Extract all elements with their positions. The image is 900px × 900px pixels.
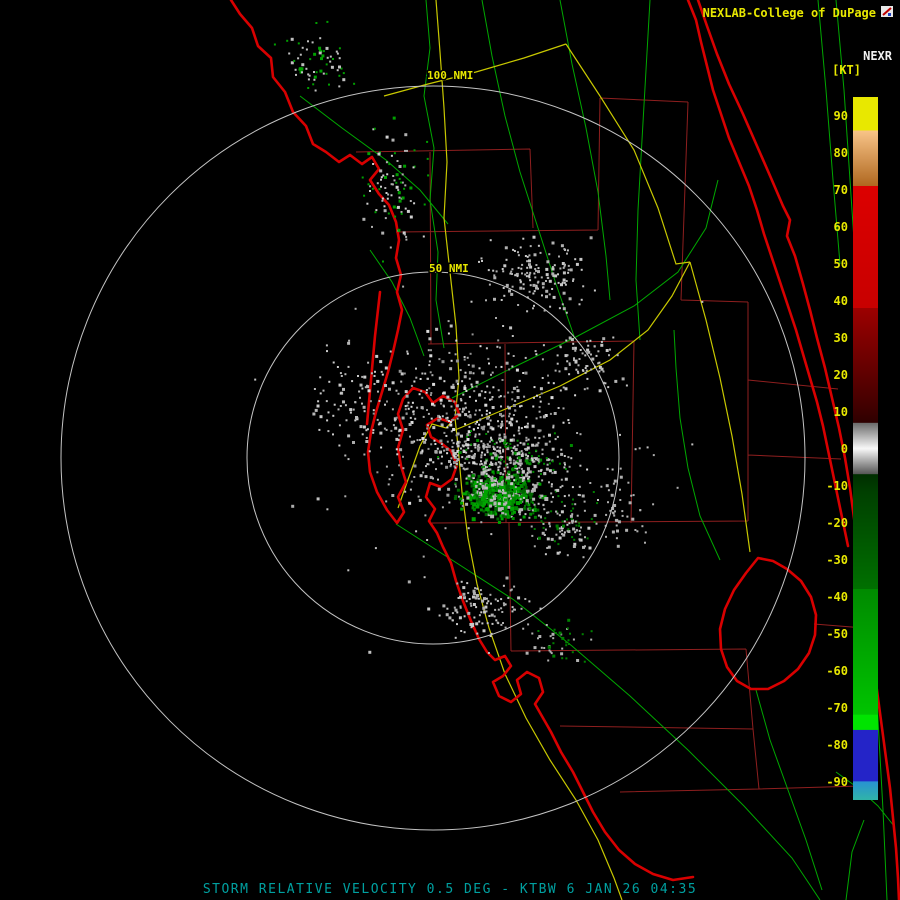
coastline-lines [229, 0, 900, 900]
range-ring-100nmi [60, 85, 806, 831]
product-caption: STORM RELATIVE VELOCITY 0.5 DEG - KTBW 6… [202, 882, 698, 897]
radar-display: 100 NMI 50 NMI NEXLAB-College of DuPage … [0, 0, 900, 900]
range-ring-50nmi [246, 271, 620, 645]
range-rings [60, 85, 806, 831]
colorbar-product-label: NEXR [863, 49, 892, 63]
highway-lines [383, 0, 751, 900]
range-ring-label-50: 50 NMI [429, 262, 469, 275]
cod-logo-icon [881, 6, 893, 17]
velocity-echoes [254, 20, 704, 663]
site-title: NEXLAB-College of DuPage [702, 6, 876, 20]
range-ring-label-100: 100 NMI [427, 69, 473, 82]
velocity-color-scale [853, 97, 878, 800]
colorbar-units-label: [KT] [832, 63, 861, 77]
radar-map: 100 NMI 50 NMI [60, 0, 900, 900]
